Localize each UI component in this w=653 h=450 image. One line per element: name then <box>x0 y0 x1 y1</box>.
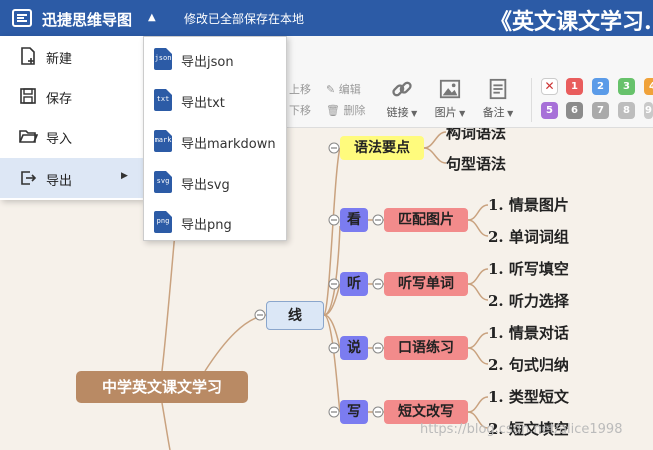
image-button[interactable]: 图片 ▼ <box>428 78 472 120</box>
menu-item-save[interactable]: 保存 <box>0 76 143 116</box>
json-file-icon: json <box>154 48 172 70</box>
priority-4-button[interactable]: 4 <box>644 78 653 95</box>
svg-file-icon: svg <box>154 171 172 193</box>
leaf-look-1[interactable]: 1. 情景图片 <box>488 194 569 215</box>
priority-clear-icon[interactable]: ✕ <box>541 78 558 95</box>
priority-1-button[interactable]: 1 <box>566 78 583 95</box>
export-markdown-item[interactable]: mark 导出markdown <box>144 121 286 161</box>
app-menu-caret-icon[interactable]: ▲ <box>148 12 156 23</box>
markdown-file-icon: mark <box>154 130 172 152</box>
image-icon <box>439 79 461 99</box>
menu-item-export[interactable]: 导出 ▶ <box>0 158 143 198</box>
folder-open-icon <box>19 130 38 143</box>
leaf-speak-1[interactable]: 1. 情景对话 <box>488 322 569 343</box>
app-title[interactable]: 迅捷思维导图 <box>42 9 132 30</box>
save-status: 修改已全部保存在本地 <box>184 12 305 26</box>
menu-item-import[interactable]: 导入 <box>0 116 143 156</box>
grammar-node[interactable]: 语法要点 <box>340 136 424 160</box>
link-icon <box>392 81 412 97</box>
app-logo-icon[interactable] <box>12 8 32 28</box>
link-button[interactable]: 链接 ▼ <box>380 78 424 120</box>
skill-node-oral[interactable]: 口语练习 <box>384 336 468 360</box>
export-submenu: json 导出json txt 导出txt mark 导出markdown sv… <box>143 36 287 241</box>
priority-5-button[interactable]: 5 <box>541 102 558 119</box>
file-menu: 新建 保存 导入 导出 ▶ <box>0 36 143 200</box>
note-caret-icon: ▼ <box>504 109 514 118</box>
leaf-listen-1[interactable]: 1. 听写填空 <box>488 258 569 279</box>
leaf-speak-2[interactable]: 2. 句式归纳 <box>488 354 569 375</box>
sense-node-write[interactable]: 写 <box>340 400 368 424</box>
submenu-arrow-icon: ▶ <box>121 171 128 181</box>
move-down-button[interactable]: 下移 <box>289 102 311 118</box>
document-title[interactable]: 《英文课文学习. <box>490 4 652 36</box>
priority-2-button[interactable]: 2 <box>592 78 609 95</box>
skill-node-rewrite[interactable]: 短文改写 <box>384 400 468 424</box>
new-file-icon <box>21 47 35 65</box>
sense-node-look[interactable]: 看 <box>340 208 368 232</box>
sense-node-listen[interactable]: 听 <box>340 272 368 296</box>
grammar-leaf-2[interactable]: 句型语法 <box>446 153 506 174</box>
png-file-icon: png <box>154 211 172 233</box>
skill-node-match[interactable]: 匹配图片 <box>384 208 468 232</box>
root-node[interactable]: 中学英文课文学习 <box>76 371 248 403</box>
branch-node-xian[interactable]: 线 <box>266 301 324 330</box>
txt-file-icon: txt <box>154 89 172 111</box>
top-bar: 迅捷思维导图 ▲ 修改已全部保存在本地 《英文课文学习. <box>0 0 653 36</box>
watermark: https://blog.csdn.net/alice1998 <box>420 422 623 437</box>
note-icon <box>489 78 507 100</box>
delete-button[interactable]: 🗑 删除 <box>326 102 365 118</box>
leaf-write-1[interactable]: 1. 类型短文 <box>488 386 569 407</box>
pencil-icon: ✎ <box>326 83 336 96</box>
menu-item-new[interactable]: 新建 <box>0 36 143 76</box>
note-button[interactable]: 备注 ▼ <box>476 78 520 120</box>
export-txt-item[interactable]: txt 导出txt <box>144 80 286 120</box>
skill-node-dictation[interactable]: 听写单词 <box>384 272 468 296</box>
priority-6-button[interactable]: 6 <box>566 102 583 119</box>
leaf-look-2[interactable]: 2. 单词词组 <box>488 226 569 247</box>
link-caret-icon: ▼ <box>408 109 418 118</box>
priority-8-button[interactable]: 8 <box>618 102 635 119</box>
priority-7-button[interactable]: 7 <box>592 102 609 119</box>
image-caret-icon: ▼ <box>456 109 466 118</box>
priority-3-button[interactable]: 3 <box>618 78 635 95</box>
trash-icon: 🗑 <box>326 104 340 117</box>
toolbar-divider <box>531 78 532 122</box>
export-json-item[interactable]: json 导出json <box>144 39 286 79</box>
priority-9-button[interactable]: 9 <box>644 102 653 119</box>
export-png-item[interactable]: png 导出png <box>144 202 286 242</box>
move-up-button[interactable]: 上移 <box>289 81 311 97</box>
edit-button[interactable]: ✎ 编辑 <box>326 81 361 97</box>
leaf-listen-2[interactable]: 2. 听力选择 <box>488 290 569 311</box>
sense-node-speak[interactable]: 说 <box>340 336 368 360</box>
save-icon <box>20 88 36 104</box>
export-svg-item[interactable]: svg 导出svg <box>144 162 286 202</box>
export-icon <box>21 171 37 185</box>
